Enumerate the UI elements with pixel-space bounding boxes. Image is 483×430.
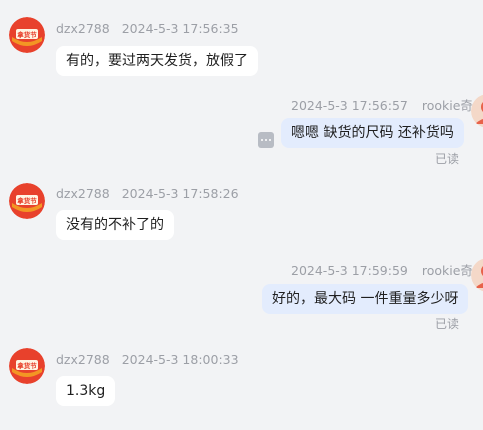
sender-name: rookie奇 [421,98,473,113]
more-icon[interactable] [258,132,274,148]
sender-name: dzx2788 [56,21,110,36]
svg-text:拿货节: 拿货节 [16,361,37,370]
sender-name: dzx2788 [56,352,110,367]
seller-avatar[interactable]: 拿货节 [9,348,45,384]
sender-name: dzx2788 [56,186,110,201]
seller-avatar[interactable]: 拿货节 [9,183,45,219]
message-bubble[interactable]: 好的，最大码 一件重量多少呀 [262,284,469,314]
shop-badge-icon: 拿货节 [9,348,45,384]
shop-badge-icon: 拿货节 [9,183,45,219]
timestamp: 2024-5-3 17:56:35 [121,21,239,36]
svg-text:拿货节: 拿货节 [16,30,37,39]
message-bubble[interactable]: 有的，要过两天发货，放假了 [56,46,258,76]
svg-text:拿货节: 拿货节 [16,196,37,205]
timestamp: 2024-5-3 17:56:57 [291,98,408,113]
message-meta: 2024-5-3 17:56:57 rookie奇 [291,95,473,114]
message-meta: dzx2788 2024-5-3 17:58:26 [56,186,239,201]
read-status: 已读 [435,152,460,166]
message-meta: dzx2788 2024-5-3 17:56:35 [56,21,239,36]
message-meta: 2024-5-3 17:59:59 rookie奇 [291,260,473,279]
message-bubble[interactable]: 嗯嗯 缺货的尺码 还补货吗 [281,118,464,148]
read-status: 已读 [435,317,460,331]
sender-name: rookie奇 [421,263,473,278]
shop-badge-icon: 拿货节 [9,17,45,53]
timestamp: 2024-5-3 17:59:59 [291,263,408,278]
timestamp: 2024-5-3 18:00:33 [121,352,239,367]
message-meta: dzx2788 2024-5-3 18:00:33 [56,352,239,367]
message-bubble[interactable]: 1.3kg [56,376,116,406]
message-bubble[interactable]: 没有的不补了的 [56,210,174,240]
seller-avatar[interactable]: 拿货节 [9,17,45,53]
timestamp: 2024-5-3 17:58:26 [121,186,239,201]
